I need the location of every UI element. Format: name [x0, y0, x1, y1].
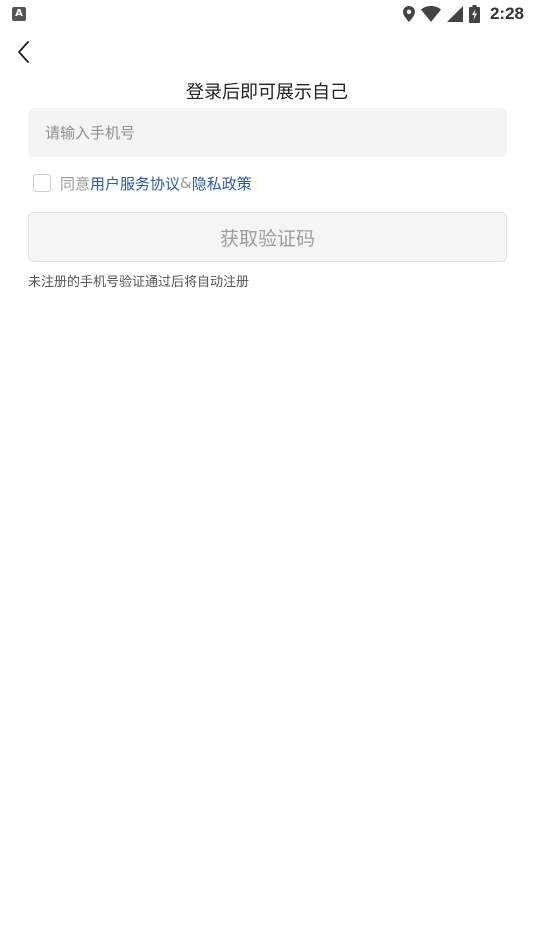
signal-icon	[446, 6, 463, 22]
agree-ampersand: &	[180, 174, 192, 192]
privacy-link[interactable]: 隐私政策	[192, 173, 252, 194]
notification-a-icon: A	[12, 7, 26, 21]
status-bar: A 2:28	[0, 0, 534, 28]
location-icon	[402, 6, 415, 22]
phone-input[interactable]	[28, 108, 507, 157]
auto-register-hint: 未注册的手机号验证通过后将自动注册	[28, 275, 250, 290]
agreement-row: 同意 用户服务协议 & 隐私政策	[33, 172, 252, 194]
status-time: 2:28	[489, 4, 524, 23]
wifi-icon	[420, 6, 441, 22]
page-title: 登录后即可展示自己	[186, 82, 348, 103]
status-icons: 2:28	[402, 4, 524, 24]
get-code-button[interactable]: 获取验证码	[28, 212, 507, 262]
agree-prefix: 同意	[60, 174, 91, 193]
terms-link[interactable]: 用户服务协议	[90, 173, 180, 194]
battery-charging-icon	[468, 5, 480, 23]
agree-checkbox[interactable]	[33, 174, 51, 192]
back-button[interactable]	[12, 38, 38, 66]
chevron-left-icon	[18, 41, 29, 63]
